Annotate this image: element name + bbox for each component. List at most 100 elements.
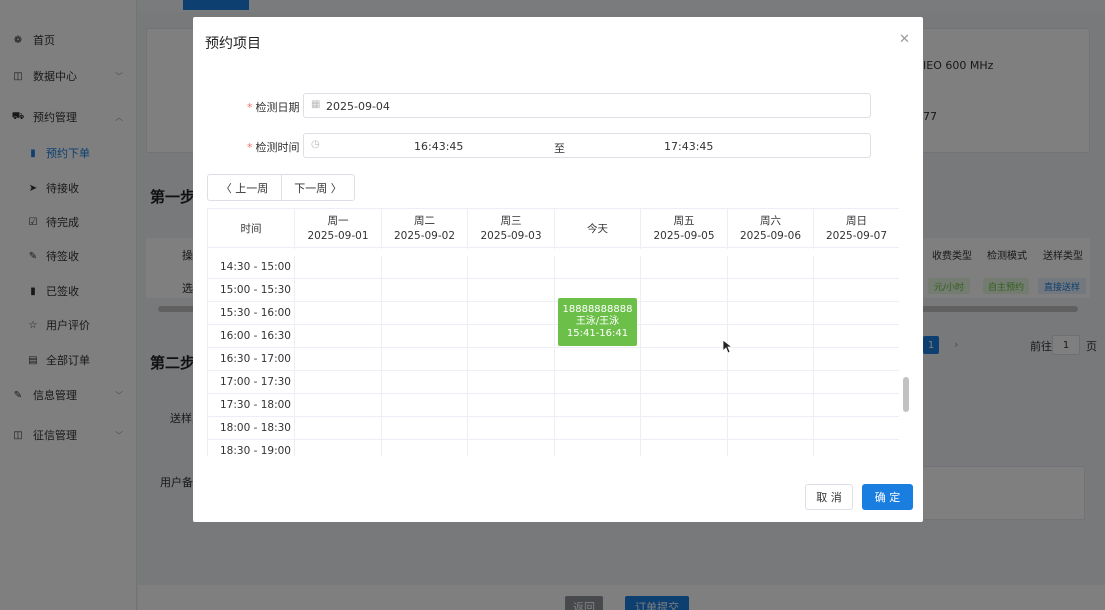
slot-cell[interactable]	[555, 371, 641, 394]
next-week-button[interactable]: 下一周 〉	[281, 175, 354, 200]
slot-cell[interactable]	[555, 348, 641, 371]
slot-time-cell: 16:30 - 17:00	[208, 348, 295, 371]
prev-week-button[interactable]: 〈 上一周	[208, 175, 281, 200]
slot-cell[interactable]	[728, 348, 814, 371]
slot-cell[interactable]	[468, 440, 555, 456]
schedule-row: 15:00 - 15:30	[208, 279, 899, 302]
slot-cell[interactable]	[641, 371, 728, 394]
time-start[interactable]: 16:43:45	[414, 140, 463, 153]
slot-cell[interactable]	[555, 417, 641, 440]
time-end[interactable]: 17:43:45	[664, 140, 713, 153]
slot-cell[interactable]	[641, 302, 728, 325]
slot-cell[interactable]	[382, 417, 468, 440]
slot-cell[interactable]	[728, 394, 814, 417]
slot-cell[interactable]	[468, 256, 555, 279]
schedule-table: 时间 周一 2025-09-01 周二 2025-09-02 周三 2025-09-0…	[207, 208, 899, 456]
slot-cell[interactable]	[641, 256, 728, 279]
slot-cell[interactable]	[555, 394, 641, 417]
slot-cell[interactable]	[295, 256, 382, 279]
slot-cell[interactable]	[728, 325, 814, 348]
slot-cell[interactable]	[814, 394, 899, 417]
time-separator: 至	[554, 142, 565, 155]
slot-cell[interactable]	[641, 394, 728, 417]
slot-cell[interactable]	[641, 279, 728, 302]
slot-cell[interactable]	[641, 325, 728, 348]
slot-time-label: 15:00 - 15:30	[220, 284, 291, 296]
time-range-picker[interactable]: ◷ 16:43:45 至 17:43:45	[303, 133, 871, 158]
vertical-scrollbar-track[interactable]	[899, 248, 909, 456]
slot-cell[interactable]	[728, 440, 814, 456]
time-label: * 检测时间	[247, 141, 300, 154]
slot-cell[interactable]	[468, 325, 555, 348]
slot-time-cell: 17:30 - 18:00	[208, 394, 295, 417]
slot-cell[interactable]	[728, 256, 814, 279]
header-day: 周一 2025-09-01	[295, 209, 382, 249]
slot-cell[interactable]	[814, 348, 899, 371]
slot-cell[interactable]	[814, 371, 899, 394]
slot-cell[interactable]	[382, 302, 468, 325]
slot-cell[interactable]	[728, 417, 814, 440]
slot-time-cell: 15:30 - 16:00	[208, 302, 295, 325]
slot-cell[interactable]	[468, 394, 555, 417]
slot-cell[interactable]	[382, 371, 468, 394]
slot-time-cell: 16:00 - 16:30	[208, 325, 295, 348]
slot-cell[interactable]	[468, 279, 555, 302]
slot-cell[interactable]	[382, 348, 468, 371]
slot-cell[interactable]	[295, 394, 382, 417]
calendar-icon: ▦	[311, 99, 321, 110]
slot-cell[interactable]	[814, 417, 899, 440]
schedule-row: 17:30 - 18:00	[208, 394, 899, 417]
close-icon[interactable]: ✕	[899, 32, 910, 47]
slot-cell[interactable]	[295, 302, 382, 325]
slot-cell[interactable]	[382, 325, 468, 348]
slot-cell[interactable]	[641, 348, 728, 371]
slot-cell[interactable]	[641, 440, 728, 456]
slot-cell[interactable]	[295, 348, 382, 371]
date-picker[interactable]: ▦ 2025-09-04	[303, 93, 871, 118]
schedule-row: 15:30 - 16:00	[208, 302, 899, 325]
slot-time-label: 17:30 - 18:00	[220, 399, 291, 411]
slot-cell[interactable]	[382, 440, 468, 456]
slot-cell[interactable]	[468, 302, 555, 325]
slot-cell[interactable]	[295, 417, 382, 440]
slot-cell[interactable]	[295, 371, 382, 394]
confirm-button[interactable]: 确 定	[862, 484, 913, 510]
slot-cell[interactable]	[295, 440, 382, 456]
header-day: 周二 2025-09-02	[382, 209, 468, 249]
header-day-today: 今天	[555, 209, 641, 249]
week-switcher: 〈 上一周 下一周 〉	[207, 174, 355, 201]
slot-cell[interactable]	[555, 440, 641, 456]
slot-time-label: 15:30 - 16:00	[220, 307, 291, 319]
dialog-title: 预约项目	[205, 36, 261, 52]
booking-block[interactable]: 18888888888 王泳/王泳 15:41-16:41	[558, 298, 637, 346]
date-label: * 检测日期	[247, 101, 300, 114]
schedule-header: 时间 周一 2025-09-01 周二 2025-09-02 周三 2025-09-0…	[208, 208, 899, 249]
slot-time-cell: 18:00 - 18:30	[208, 417, 295, 440]
schedule-row: 16:30 - 17:00	[208, 348, 899, 371]
slot-cell[interactable]	[814, 256, 899, 279]
slot-cell[interactable]	[382, 256, 468, 279]
slot-cell[interactable]	[641, 417, 728, 440]
booking-dialog: 预约项目 ✕ * 检测日期 ▦ 2025-09-04 * 检测时间 ◷ 16:43:…	[193, 17, 923, 522]
slot-cell[interactable]	[468, 417, 555, 440]
schedule-row: 18:30 - 19:00	[208, 440, 899, 456]
slot-cell[interactable]	[382, 394, 468, 417]
slot-cell[interactable]	[728, 279, 814, 302]
slot-cell[interactable]	[728, 302, 814, 325]
slot-time-cell: 15:00 - 15:30	[208, 279, 295, 302]
slot-cell[interactable]	[468, 348, 555, 371]
slot-cell[interactable]	[814, 440, 899, 456]
slot-cell[interactable]	[295, 325, 382, 348]
slot-cell[interactable]	[555, 256, 641, 279]
slot-cell[interactable]	[814, 302, 899, 325]
slot-cell[interactable]	[814, 325, 899, 348]
slot-cell[interactable]	[295, 279, 382, 302]
vertical-scrollbar-thumb[interactable]	[903, 377, 909, 412]
slot-cell[interactable]	[814, 279, 899, 302]
slot-cell[interactable]	[468, 371, 555, 394]
slot-cell[interactable]	[382, 279, 468, 302]
slot-cell[interactable]	[728, 371, 814, 394]
header-day: 周日 2025-09-07	[814, 209, 899, 249]
cancel-button[interactable]: 取 消	[805, 484, 853, 510]
slot-time-cell: 18:30 - 19:00	[208, 440, 295, 456]
